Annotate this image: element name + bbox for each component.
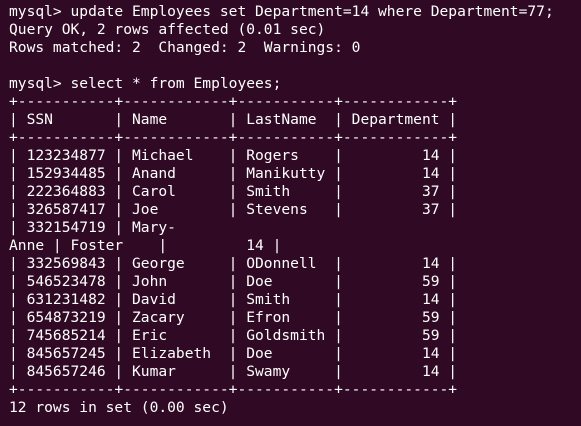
- table-row: | 222364883 | Carol | Smith | 37 |: [9, 183, 458, 200]
- terminal-line-row-count: 12 rows in set (0.00 sec): [9, 399, 229, 416]
- terminal-line-rows-matched: Rows matched: 2 Changed: 2 Warnings: 0: [9, 39, 361, 56]
- table-border-bottom: +-----------+------------+-----------+--…: [9, 381, 458, 398]
- table-header-row: | SSN | Name | LastName | Department |: [9, 111, 458, 128]
- table-row: | 332154719 | Mary-: [9, 219, 176, 236]
- table-row: | 332569843 | George | ODonnell | 14 |: [9, 255, 458, 272]
- terminal-line-update-command: mysql> update Employees set Department=1…: [9, 3, 554, 20]
- terminal-window[interactable]: mysql> update Employees set Department=1…: [0, 0, 581, 426]
- table-row: | 631231482 | David | Smith | 14 |: [9, 291, 458, 308]
- terminal-line-select-command: mysql> select * from Employees;: [9, 75, 282, 92]
- table-row: | 845657245 | Elizabeth | Doe | 14 |: [9, 345, 458, 362]
- table-row: | 326587417 | Joe | Stevens | 37 |: [9, 201, 458, 218]
- table-border-header: +-----------+------------+-----------+--…: [9, 129, 458, 146]
- table-row-continuation: Anne | Foster | 14 |: [9, 237, 282, 254]
- table-row: | 546523478 | John | Doe | 59 |: [9, 273, 458, 290]
- table-row: | 123234877 | Michael | Rogers | 14 |: [9, 147, 458, 164]
- table-row: | 152934485 | Anand | Manikutty | 14 |: [9, 165, 458, 182]
- table-row: | 654873219 | Zacary | Efron | 59 |: [9, 309, 458, 326]
- table-border-top: +-----------+------------+-----------+--…: [9, 93, 458, 110]
- terminal-line-query-ok: Query OK, 2 rows affected (0.01 sec): [9, 21, 326, 38]
- table-row: | 845657246 | Kumar | Swamy | 14 |: [9, 363, 458, 380]
- table-row: | 745685214 | Eric | Goldsmith | 59 |: [9, 327, 458, 344]
